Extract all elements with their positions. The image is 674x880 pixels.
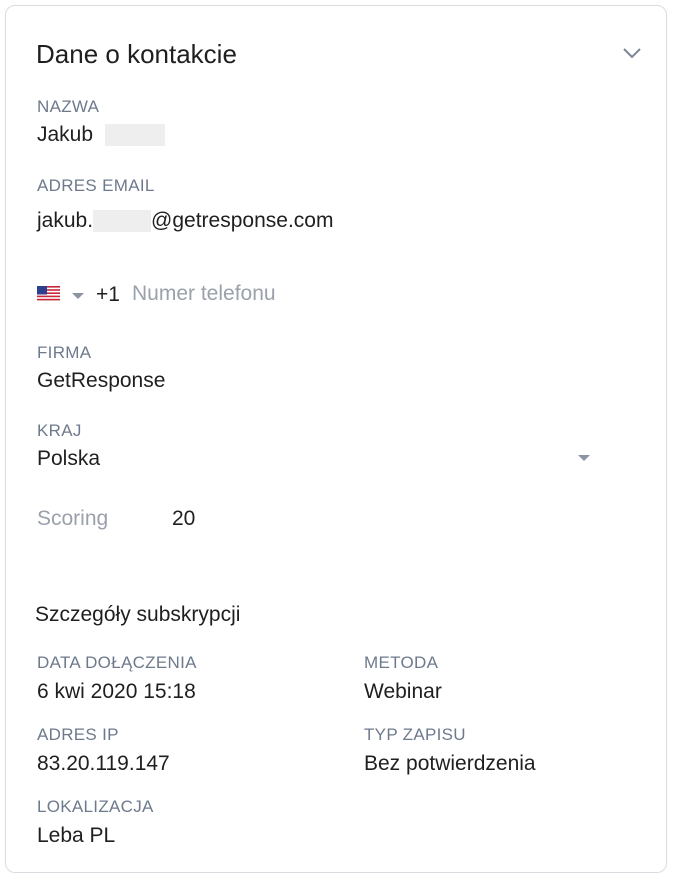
optin-type-value: Bez potwierdzenia [364,752,536,775]
company-label: FIRMA [37,343,92,362]
country-label: KRAJ [37,421,82,440]
location-label: LOKALIZACJA [37,797,154,816]
contact-details-card: Dane o kontakcie NAZWA Jakub ADRES EMAIL… [5,5,667,873]
company-field[interactable]: GetResponse [37,369,165,393]
country-code-dropdown-icon[interactable] [72,293,84,299]
country-dropdown-icon[interactable] [578,455,590,461]
scoring-label: Scoring [37,507,109,530]
email-prefix: jakub. [37,209,94,232]
email-label: ADRES EMAIL [37,176,155,195]
country-select[interactable]: Polska [37,447,100,471]
location-value: Leba PL [37,824,116,847]
phone-input[interactable]: Numer telefonu [132,282,276,306]
optin-type-label: TYP ZAPISU [364,725,466,744]
ip-label: ADRES IP [37,725,119,744]
name-label: NAZWA [37,97,100,116]
chevron-down-icon[interactable] [621,46,643,60]
ip-value: 83.20.119.147 [37,752,170,775]
join-date-label: DATA DOŁĄCZENIA [37,653,197,672]
us-flag-icon[interactable] [37,286,60,302]
subscription-section-title: Szczegóły subskrypcji [35,603,241,626]
method-label: METODA [364,653,439,672]
phone-code: +1 [96,283,120,306]
email-field[interactable]: jakub. @getresponse.com [37,209,333,233]
redacted-email-part [93,210,152,233]
redacted-surname [104,124,165,147]
card-title: Dane o kontakcie [36,39,237,69]
scoring-value: 20 [172,507,196,530]
method-value: Webinar [364,680,442,703]
join-date-value: 6 kwi 2020 15:18 [37,680,196,703]
email-suffix: @getresponse.com [151,209,334,232]
name-value: Jakub [37,123,94,146]
name-field[interactable]: Jakub [37,123,165,147]
